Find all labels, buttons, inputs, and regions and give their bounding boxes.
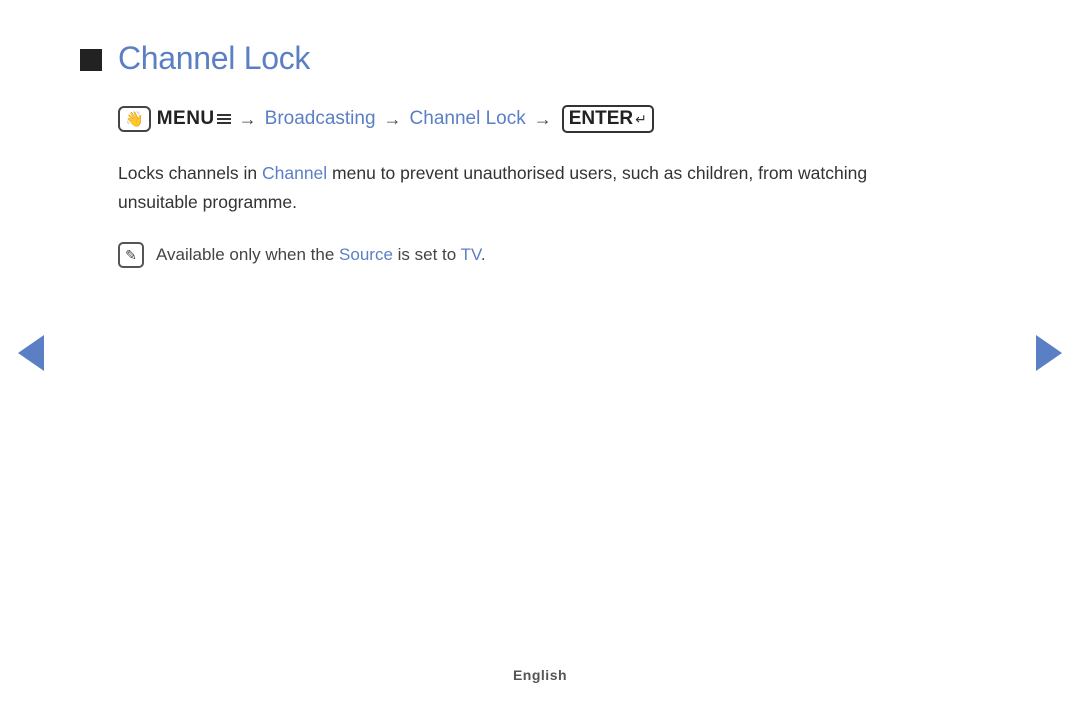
enter-return-icon: ↵ (635, 111, 647, 128)
breadcrumb: 👋 MENU → Broadcasting → Channel Lock → E… (118, 105, 1000, 133)
breadcrumb-arrow-3: → (534, 109, 552, 130)
enter-label: ENTER (569, 108, 633, 130)
title-row: Channel Lock (80, 40, 1000, 77)
pencil-icon: ✎ (125, 248, 137, 262)
nav-left-button[interactable] (18, 335, 44, 371)
description-text: Locks channels in Channel menu to preven… (118, 159, 938, 217)
enter-icon: ENTER↵ (562, 105, 654, 133)
breadcrumb-arrow-1: → (239, 109, 257, 130)
right-arrow-icon (1036, 335, 1062, 371)
page-title: Channel Lock (118, 40, 310, 77)
note-text-middle: is set to (393, 245, 461, 264)
breadcrumb-channel-lock: Channel Lock (410, 108, 526, 130)
channel-link: Channel (262, 163, 327, 183)
description-block: Locks channels in Channel menu to preven… (118, 159, 1000, 217)
nav-right-button[interactable] (1036, 335, 1062, 371)
menu-icon: 👋 (118, 106, 151, 132)
main-content: Channel Lock 👋 MENU → Broadcasting → Cha… (0, 0, 1080, 268)
hand-icon: 👋 (125, 110, 144, 128)
title-square-icon (80, 49, 102, 71)
desc-text-before: Locks channels in (118, 163, 262, 183)
note-text-end: . (481, 245, 486, 264)
menu-lines-icon (217, 114, 231, 124)
note-icon: ✎ (118, 242, 144, 268)
note-row: ✎ Available only when the Source is set … (118, 241, 1000, 268)
breadcrumb-menu-label: MENU (157, 108, 231, 130)
footer-language: English (513, 667, 567, 683)
note-text: Available only when the Source is set to… (156, 241, 486, 268)
source-link: Source (339, 245, 393, 264)
breadcrumb-broadcasting: Broadcasting (265, 108, 376, 130)
tv-link: TV (461, 245, 481, 264)
left-arrow-icon (18, 335, 44, 371)
breadcrumb-arrow-2: → (384, 109, 402, 130)
note-text-before: Available only when the (156, 245, 339, 264)
